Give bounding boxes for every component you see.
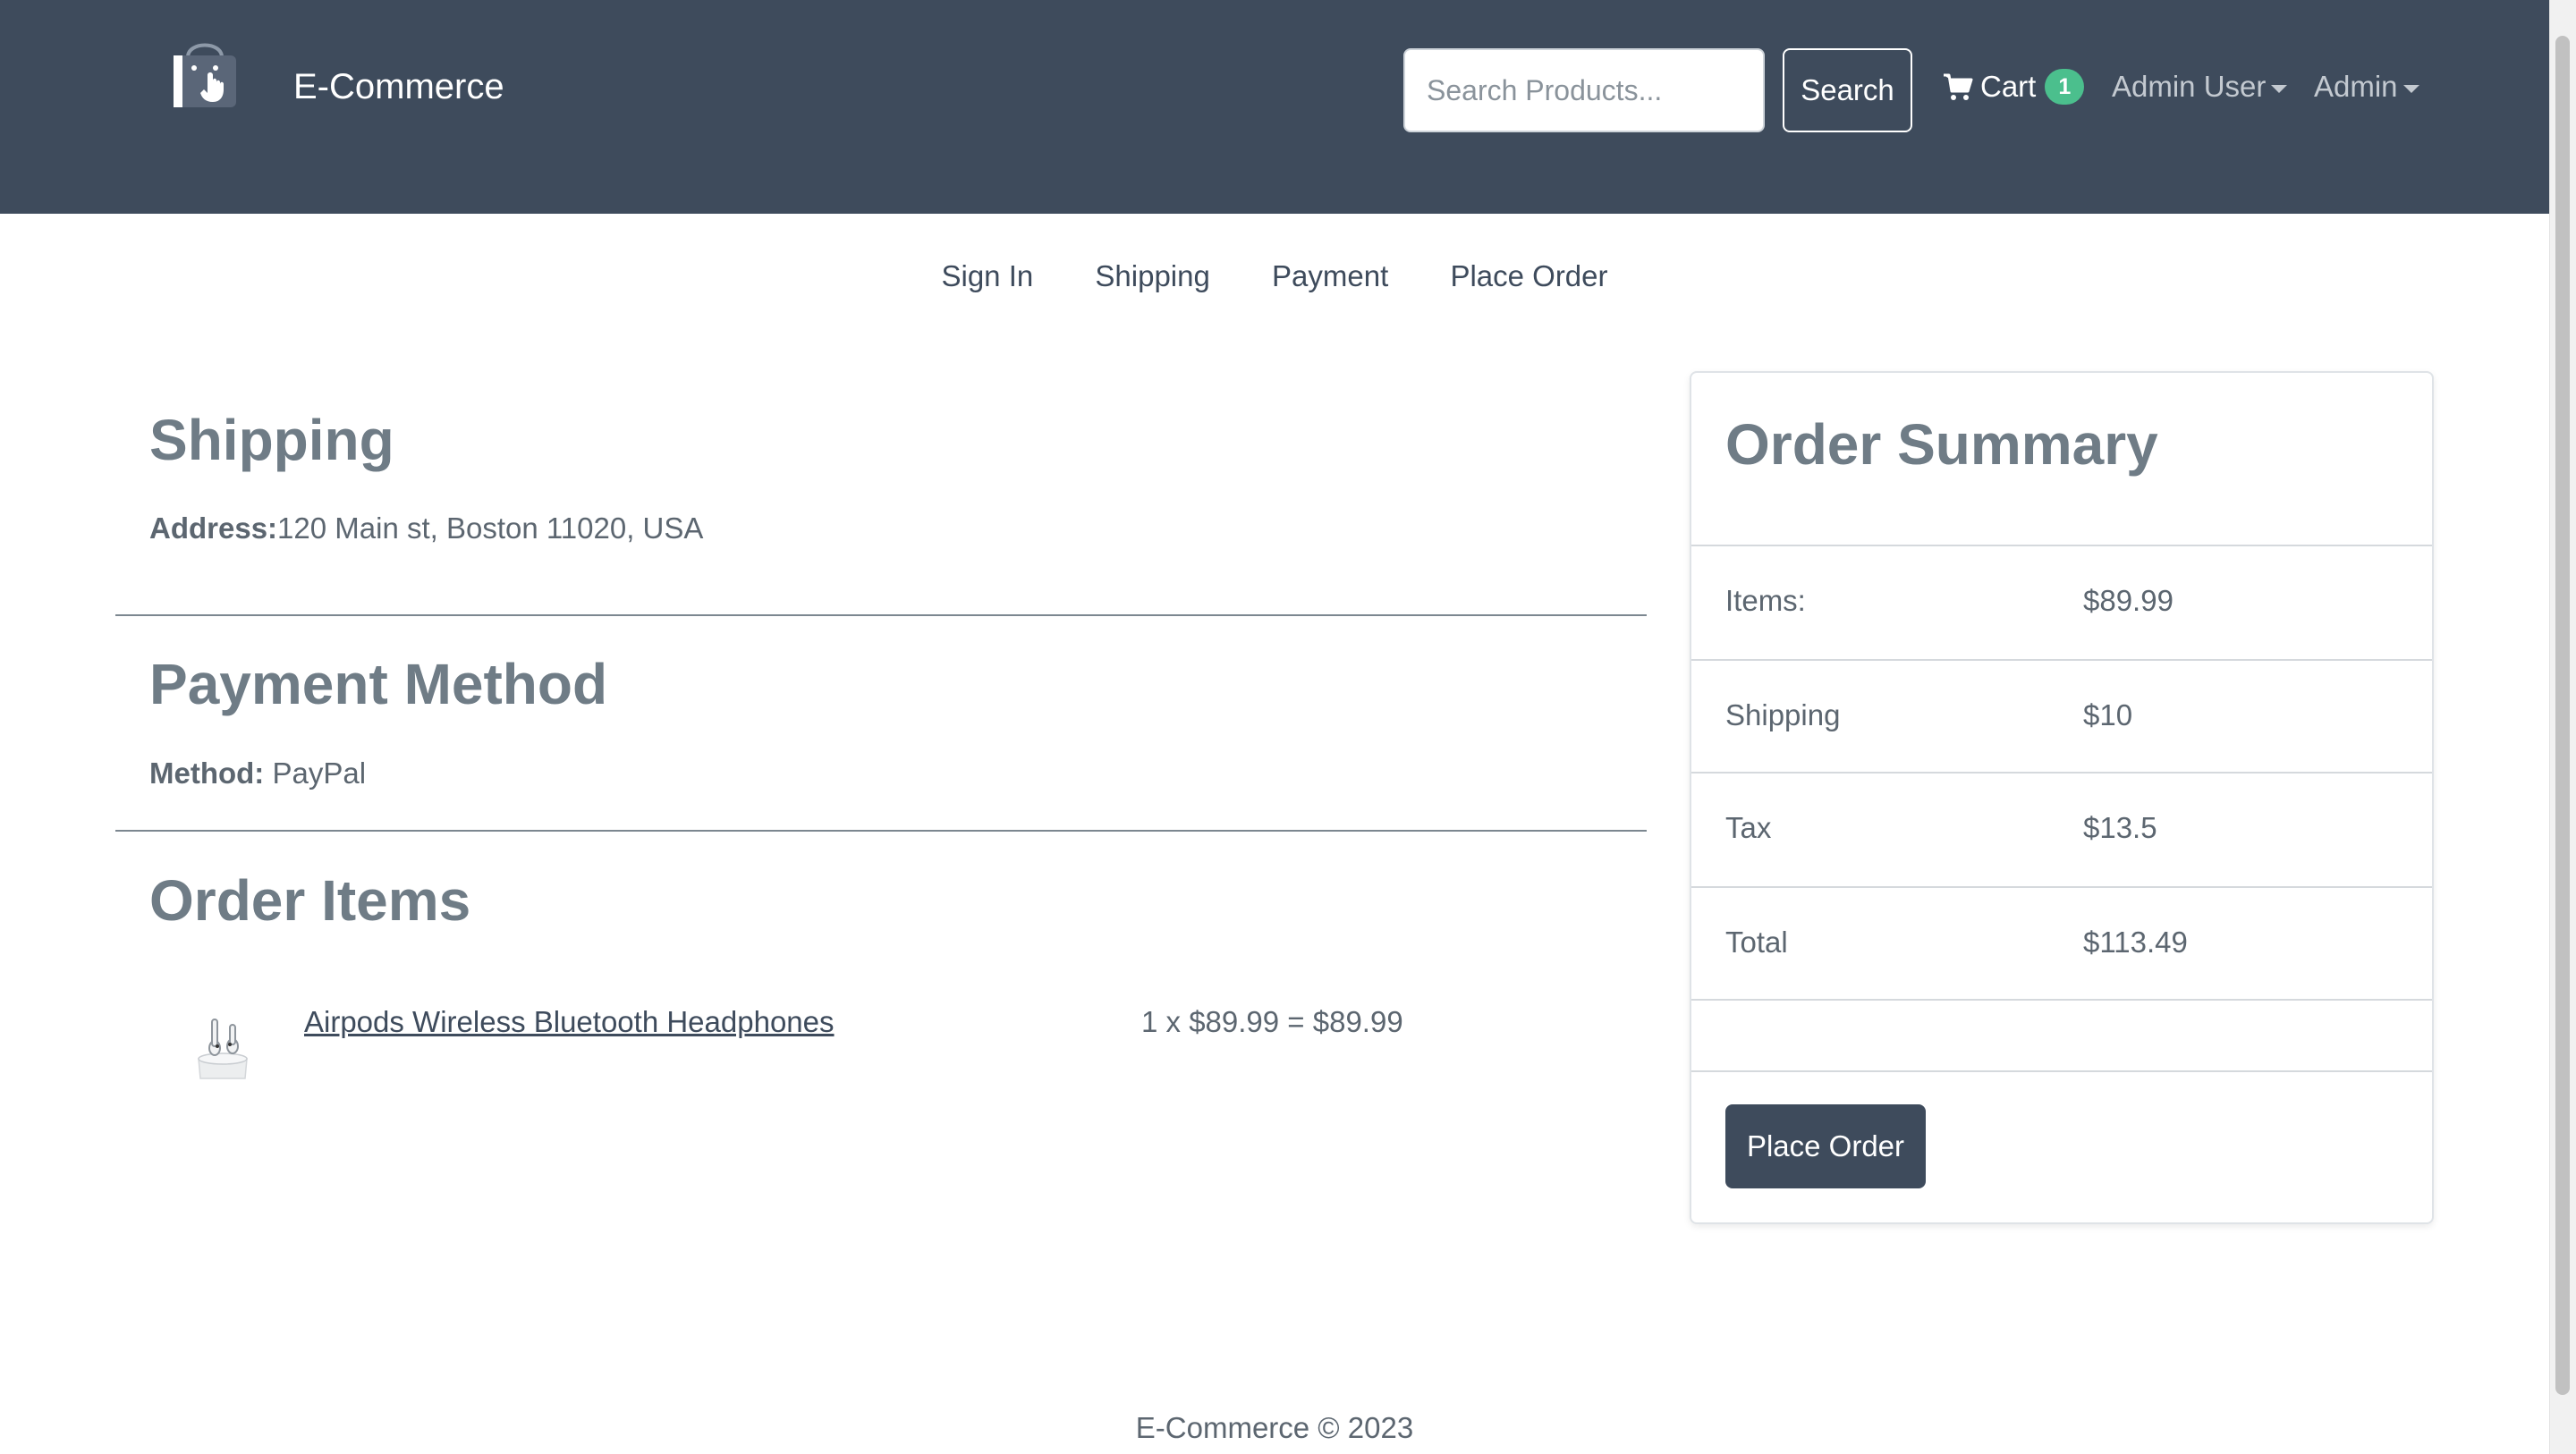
place-order-button[interactable]: Place Order — [1725, 1104, 1926, 1188]
scrollbar-thumb[interactable] — [2555, 36, 2570, 1395]
top-navbar: E-Commerce Search Cart 1 Admin User Admi… — [0, 0, 2549, 214]
footer-copyright: E-Commerce © 2023 — [1135, 1411, 1414, 1444]
step-sign-in[interactable]: Sign In — [941, 259, 1033, 293]
cart-count-badge: 1 — [2045, 69, 2085, 105]
summary-row-items: Items: $89.99 — [1691, 545, 2432, 659]
summary-value: $13.5 — [2083, 811, 2157, 844]
admin-menu-dropdown[interactable]: Admin — [2314, 64, 2419, 109]
caret-down-icon — [2271, 84, 2288, 93]
step-shipping[interactable]: Shipping — [1095, 259, 1209, 293]
shipping-heading: Shipping — [149, 408, 394, 472]
shipping-address: Address:120 Main st, Boston 11020, USA — [149, 511, 703, 545]
summary-value: $113.49 — [2083, 926, 2188, 959]
summary-divider — [1691, 1070, 2432, 1072]
method-label: Method: — [149, 757, 265, 790]
checkout-steps: Sign In Shipping Payment Place Order — [0, 259, 2549, 293]
summary-row-total: Total $113.49 — [1691, 886, 2432, 999]
summary-label: Total — [1725, 926, 1788, 959]
payment-method: Method: PayPal — [149, 757, 366, 790]
summary-label: Tax — [1725, 811, 1772, 844]
address-label: Address: — [149, 511, 278, 545]
summary-row-tax: Tax $13.5 — [1691, 772, 2432, 886]
order-summary-heading: Order Summary — [1725, 412, 2158, 477]
section-divider — [115, 614, 1647, 616]
caret-down-icon — [2402, 84, 2419, 93]
summary-value: $89.99 — [2083, 584, 2174, 617]
section-divider — [115, 830, 1647, 832]
order-summary-card: Order Summary Items: $89.99 Shipping $10… — [1690, 371, 2434, 1224]
cart-label: Cart — [1980, 70, 2037, 103]
summary-label: Shipping — [1725, 698, 1841, 731]
airpods-product-image[interactable] — [188, 1003, 258, 1080]
order-item-link[interactable]: Airpods Wireless Bluetooth Headphones — [304, 1005, 835, 1039]
payment-method-heading: Payment Method — [149, 652, 608, 716]
summary-label: Items: — [1725, 584, 1806, 617]
user-menu-dropdown[interactable]: Admin User — [2112, 64, 2288, 109]
cart-icon — [1944, 73, 1973, 100]
order-items-heading: Order Items — [149, 868, 471, 933]
brand-name[interactable]: E-Commerce — [293, 64, 504, 109]
cart-link[interactable]: Cart 1 — [1943, 64, 2085, 109]
summary-value: $10 — [2083, 698, 2133, 731]
summary-row-empty — [1691, 999, 2432, 1070]
admin-menu-label: Admin — [2314, 70, 2398, 103]
step-payment[interactable]: Payment — [1272, 259, 1388, 293]
user-menu-label: Admin User — [2112, 70, 2267, 103]
summary-row-shipping: Shipping $10 — [1691, 659, 2432, 772]
order-item-price: 1 x $89.99 = $89.99 — [1141, 1005, 1403, 1038]
step-place-order[interactable]: Place Order — [1450, 259, 1607, 293]
search-input[interactable] — [1403, 48, 1765, 132]
address-value: 120 Main st, Boston 11020, USA — [277, 511, 704, 545]
shopping-bag-logo-icon[interactable] — [168, 34, 242, 111]
search-button[interactable]: Search — [1783, 48, 1912, 132]
method-value: PayPal — [264, 757, 367, 790]
